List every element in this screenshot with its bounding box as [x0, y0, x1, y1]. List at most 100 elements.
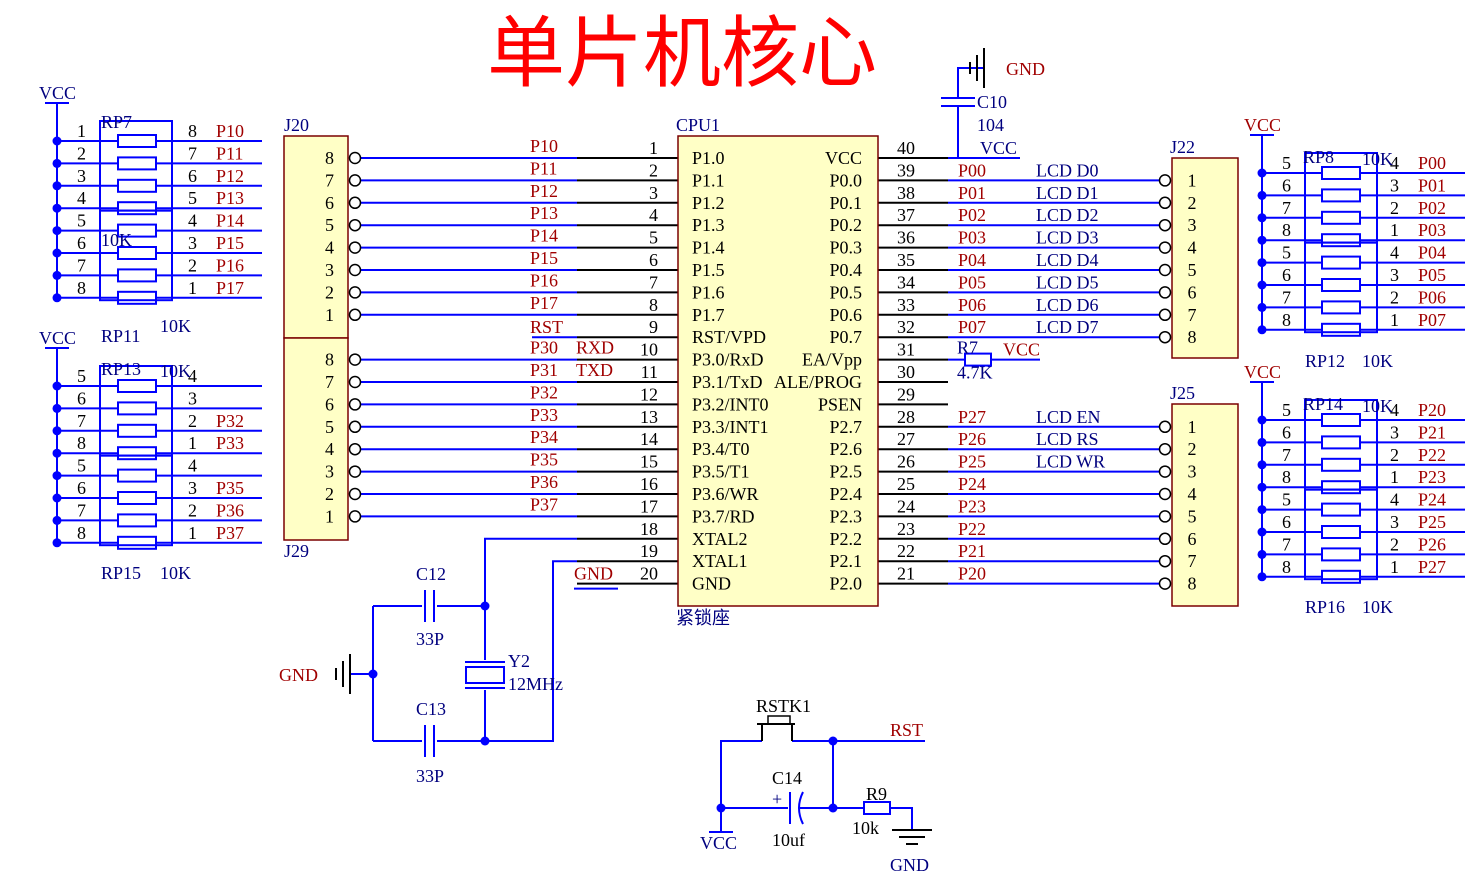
junction-dot — [52, 538, 62, 548]
junction-dot — [1257, 235, 1267, 245]
net-label: P24 — [958, 474, 986, 494]
net-label: P37 — [530, 494, 558, 514]
net-label: P21 — [958, 541, 986, 561]
net-label: P12 — [530, 181, 558, 201]
rpack-pin: 8 — [1282, 557, 1291, 577]
junction-dot — [716, 803, 726, 813]
net-label: P34 — [530, 427, 558, 447]
rstk1-button — [767, 715, 791, 725]
rpack-pin: 5 — [77, 456, 86, 476]
cpu-pin-number: 5 — [649, 228, 658, 248]
junction-dot — [1257, 258, 1267, 268]
cpu-pin-number: 40 — [897, 138, 915, 158]
lcd-net-label: LCD D1 — [1036, 183, 1099, 203]
net-label: P32 — [530, 382, 558, 402]
rpack-value: 10K — [160, 361, 191, 381]
rpack-pin: 1 — [1390, 557, 1399, 577]
junction-dot — [1257, 168, 1267, 178]
rpack-ref: RP7 — [101, 112, 132, 132]
r7-ref: R7 — [957, 338, 978, 358]
net-label: TXD — [576, 360, 613, 380]
header-pin-number: 8 — [325, 350, 334, 370]
header-pin-terminal — [1158, 510, 1172, 523]
header-pin-terminal — [348, 510, 362, 523]
rpack-pin: 3 — [1390, 265, 1399, 285]
cpu-pin-name: P2.6 — [829, 439, 862, 459]
header-pin-terminal — [348, 353, 362, 366]
net-label: P06 — [1418, 287, 1446, 307]
vcc-label: VCC — [1244, 362, 1281, 382]
c10-ref: C10 — [977, 92, 1007, 112]
rpack-ref: RP11 — [101, 326, 140, 346]
cpu-pin-number: 4 — [649, 205, 658, 225]
net-label: P33 — [530, 405, 558, 425]
rpack-pin: 6 — [1282, 422, 1291, 442]
rpack-pin: 6 — [1282, 512, 1291, 532]
cpu-pin-number: 38 — [897, 183, 915, 203]
net-label: P15 — [216, 233, 244, 253]
net-label: P26 — [1418, 534, 1446, 554]
net-label: P10 — [530, 136, 558, 156]
cpu-pin-number: 27 — [897, 429, 915, 449]
net-label: P15 — [530, 248, 558, 268]
junction-dot — [480, 736, 490, 746]
net-label: P30 — [530, 338, 558, 358]
header-pin-terminal — [348, 286, 362, 299]
vcc-label: VCC — [39, 328, 76, 348]
rpack-pin: 3 — [77, 166, 86, 186]
crystal-y2 — [465, 666, 505, 684]
rpack-pin: 7 — [77, 411, 86, 431]
cpu-pin-name: P3.4/T0 — [692, 439, 750, 459]
rpack-resistor — [117, 156, 157, 171]
rpack-pin: 1 — [1390, 467, 1399, 487]
lcd-net-label: LCD D2 — [1036, 205, 1099, 225]
gnd-label: GND — [890, 855, 929, 875]
gnd-label: GND — [1006, 59, 1045, 79]
header-pin-terminal — [348, 263, 362, 277]
header-pin-terminal — [1158, 420, 1172, 434]
junction-dot — [828, 736, 838, 746]
junction-dot — [52, 136, 62, 146]
header-pin-number: 1 — [1188, 170, 1197, 190]
cpu-pin-number: 10 — [640, 340, 658, 360]
rpack-resistor — [117, 201, 157, 216]
header-pin-terminal — [348, 218, 362, 232]
junction-dot — [1257, 302, 1267, 312]
rpack-resistor — [117, 423, 157, 438]
junction-dot — [828, 803, 838, 813]
net-label: P04 — [1418, 243, 1446, 263]
rpack-pin: 6 — [1282, 175, 1291, 195]
rpack-value: 10K — [160, 316, 191, 336]
rpack-pin: 8 — [1282, 310, 1291, 330]
cpu-pin-name: P0.7 — [829, 327, 862, 347]
cpu-pin-number: 39 — [897, 160, 915, 180]
cpu-pin-name: XTAL1 — [692, 551, 748, 571]
header-pin-number: 2 — [1188, 193, 1197, 213]
net-label: P32 — [216, 411, 244, 431]
cpu-pin-name: PSEN — [818, 394, 862, 414]
cpu-pin-name: P1.1 — [692, 170, 725, 190]
net-label: P00 — [1418, 153, 1446, 173]
rpack-resistor — [1321, 502, 1361, 517]
net-label: P13 — [216, 188, 244, 208]
cpu-pin-name: P3.5/T1 — [692, 462, 750, 482]
header-pin-terminal — [1158, 554, 1172, 568]
header-j22 — [1171, 157, 1239, 359]
cpu-pin-name: P0.3 — [829, 238, 862, 258]
rpack-pin: 7 — [77, 500, 86, 520]
rpack-resistor — [1321, 300, 1361, 315]
lcd-net-label: LCD D5 — [1036, 272, 1099, 292]
rpack-pin: 5 — [1282, 400, 1291, 420]
vcc-label: VCC — [39, 83, 76, 103]
junction-dot — [52, 226, 62, 236]
net-label: P02 — [1418, 198, 1446, 218]
rpack-pin: 8 — [1282, 220, 1291, 240]
net-label: P33 — [216, 433, 244, 453]
net-label: P22 — [958, 519, 986, 539]
junction-dot — [1257, 527, 1267, 537]
rpack-value: 10K — [1362, 149, 1393, 169]
rpack-pin: 4 — [188, 456, 197, 476]
junction-dot — [52, 181, 62, 191]
header-pin-number: 3 — [1188, 462, 1197, 482]
lcd-net-label: LCD D0 — [1036, 160, 1099, 180]
